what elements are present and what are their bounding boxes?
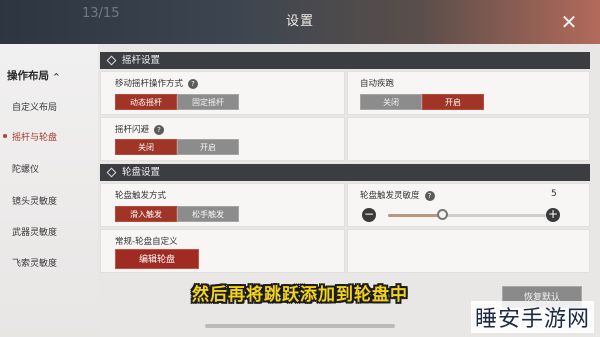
sidebar-section-label: 操作布局 xyxy=(7,70,49,82)
custom-wheel-label: 常规-轮盘自定义 xyxy=(115,237,178,247)
sidebar-section-layout[interactable]: 操作布局 ^ xyxy=(7,68,60,83)
close-icon[interactable]: ✕ xyxy=(560,12,578,32)
option-release-trigger[interactable]: 松手触发 xyxy=(177,206,239,222)
page-title: 设置 xyxy=(285,14,314,29)
home-indicator[interactable] xyxy=(205,324,395,328)
operation-mode-toggle: 动态摇杆 固定摇杆 xyxy=(115,94,239,110)
watermark-logo: 睡安手游网 xyxy=(470,301,594,333)
flash-dodge-toggle: 关闭 开启 xyxy=(115,139,239,155)
flash-dodge-label: 摇杆闪避? xyxy=(115,123,165,135)
trigger-sensitivity-value: 5 xyxy=(551,189,557,199)
plus-icon[interactable]: + xyxy=(546,208,560,222)
option-dynamic-joystick[interactable]: 动态摇杆 xyxy=(115,94,177,110)
trigger-sensitivity-panel: 轮盘触发灵敏度? 5 − + xyxy=(347,183,590,227)
trigger-sensitivity-label-text: 轮盘触发灵敏度 xyxy=(360,191,420,201)
trigger-mode-panel: 轮盘触发方式 滑入触发 松手触发 xyxy=(100,183,345,227)
chevron-up-icon: ^ xyxy=(53,72,60,81)
option-flash-dodge-on[interactable]: 开启 xyxy=(177,139,239,155)
operation-mode-panel: 移动摇杆操作方式? 动态摇杆 固定摇杆 xyxy=(100,71,345,115)
edit-wheel-button[interactable]: 编辑轮盘 xyxy=(115,249,199,269)
title-bar: 13/15 设置 ✕ xyxy=(0,0,600,44)
help-icon[interactable]: ? xyxy=(188,78,199,89)
flash-dodge-label-text: 摇杆闪避 xyxy=(115,125,150,135)
sensitivity-slider-track[interactable] xyxy=(388,214,546,217)
empty-panel xyxy=(347,229,590,273)
help-icon[interactable]: ? xyxy=(154,124,165,135)
sidebar-item-gyroscope[interactable]: 陀螺仪 xyxy=(12,162,39,175)
sidebar-item-grapple-sensitivity[interactable]: 飞索灵敏度 xyxy=(12,256,57,269)
option-auto-run-off[interactable]: 关闭 xyxy=(360,94,422,110)
minus-icon[interactable]: − xyxy=(362,208,376,222)
option-flash-dodge-off[interactable]: 关闭 xyxy=(115,139,177,155)
option-auto-run-on[interactable]: 开启 xyxy=(422,94,484,110)
auto-run-toggle: 关闭 开启 xyxy=(360,94,484,110)
joystick-settings-title: 摇杆设置 xyxy=(122,55,161,66)
sensitivity-slider-fill xyxy=(388,214,444,217)
sensitivity-slider-handle[interactable] xyxy=(437,209,449,220)
sidebar-item-joystick-wheel[interactable]: 摇杆与轮盘 xyxy=(2,130,57,143)
trigger-mode-label: 轮盘触发方式 xyxy=(115,191,167,201)
sidebar-item-camera-sensitivity[interactable]: 镜头灵敏度 xyxy=(12,194,57,207)
custom-wheel-panel: 常规-轮盘自定义 编辑轮盘 xyxy=(100,229,345,273)
wheel-settings-title: 轮盘设置 xyxy=(122,167,161,178)
sidebar-item-custom-layout[interactable]: 自定义布局 xyxy=(12,100,57,113)
trigger-mode-toggle: 滑入触发 松手触发 xyxy=(115,206,239,222)
help-icon[interactable]: ? xyxy=(424,190,435,201)
diamond-icon xyxy=(106,167,117,178)
empty-panel xyxy=(347,117,590,161)
option-slide-trigger[interactable]: 滑入触发 xyxy=(115,206,177,222)
option-fixed-joystick[interactable]: 固定摇杆 xyxy=(177,94,239,110)
auto-run-label: 自动疾跑 xyxy=(360,79,395,89)
joystick-settings-header: 摇杆设置 xyxy=(100,52,590,69)
operation-mode-label: 移动摇杆操作方式? xyxy=(115,77,199,89)
diamond-icon xyxy=(106,55,117,66)
trigger-sensitivity-label: 轮盘触发灵敏度? xyxy=(360,189,435,201)
wheel-settings-header: 轮盘设置 xyxy=(100,164,590,181)
flash-dodge-panel: 摇杆闪避? 关闭 开启 xyxy=(100,117,345,161)
sidebar-item-weapon-sensitivity[interactable]: 武器灵敏度 xyxy=(12,225,57,238)
auto-run-panel: 自动疾跑 关闭 开启 xyxy=(347,71,590,115)
operation-mode-label-text: 移动摇杆操作方式 xyxy=(115,79,184,89)
